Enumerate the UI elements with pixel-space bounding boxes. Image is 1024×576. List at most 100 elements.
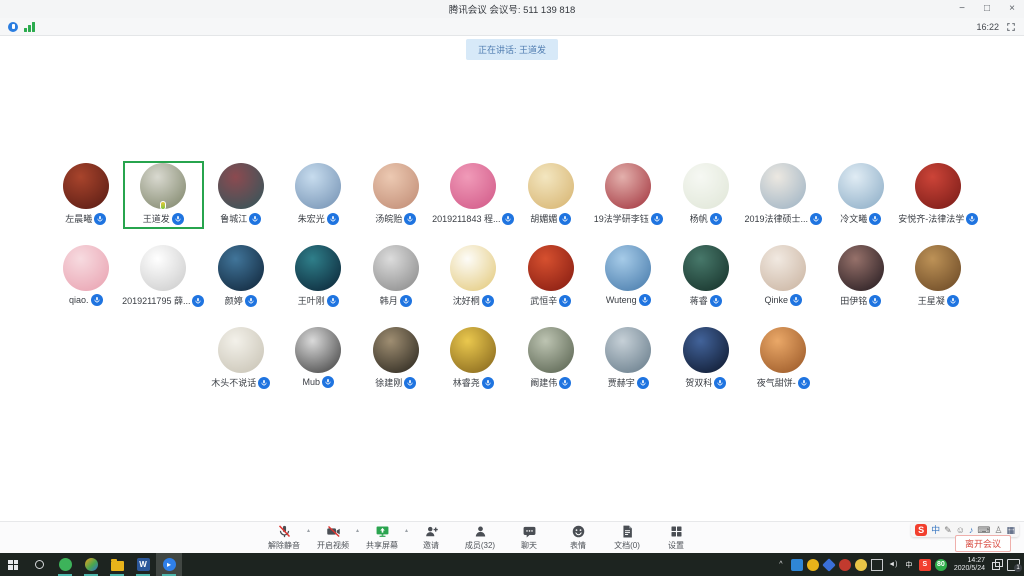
audio-badge-icon: [710, 213, 722, 225]
participant-tile[interactable]: 杨帆: [667, 163, 745, 227]
participant-tile[interactable]: 左晨曦: [47, 163, 125, 227]
participant-tile[interactable]: 徐建刚: [357, 327, 435, 391]
participant-nameline: 2019法律硕士...: [744, 212, 822, 225]
cortana-search-button[interactable]: [26, 553, 52, 576]
network-signal-icon[interactable]: [24, 22, 35, 32]
tray-gem-icon[interactable]: [822, 558, 836, 572]
audio-badge-icon: [172, 213, 184, 225]
taskbar-app-globe[interactable]: [78, 553, 104, 576]
windows-taskbar: W▸ ^ ◄) 中S 80 14:27 2020/5/24 1: [0, 553, 1024, 576]
toolbar-button-docs[interactable]: 文档(0): [611, 524, 643, 551]
participant-name: 杨帆: [690, 212, 708, 225]
dropdown-arrow[interactable]: ▴: [307, 527, 310, 534]
toolbar-button-camera-off[interactable]: ▴ 开启视频: [317, 524, 349, 551]
audio-badge-icon: [966, 213, 978, 225]
taskbar-app-green[interactable]: [52, 553, 78, 576]
participant-name: 2019法律硕士...: [744, 212, 808, 225]
participant-name: 沈好桐: [453, 294, 480, 307]
participant-nameline: 19法学研李钰: [594, 212, 663, 225]
participant-tile[interactable]: 田伊铭: [822, 245, 900, 309]
main-stage: 正在讲话: 王道发 左晨曦 王道发 鲁城江: [0, 37, 1024, 521]
sogou-emoji-icon[interactable]: ☺: [956, 524, 965, 536]
participant-nameline: 贺双科: [685, 376, 726, 389]
tray-red-app-icon[interactable]: [839, 559, 851, 571]
participant-tile[interactable]: Mub: [280, 327, 358, 391]
participant-tile[interactable]: 木头不说话: [202, 327, 280, 391]
participant-tile[interactable]: 武恒辛: [512, 245, 590, 309]
participant-tile[interactable]: 胡媚媚: [512, 163, 590, 227]
close-button[interactable]: ×: [1006, 0, 1018, 18]
sogou-person-icon[interactable]: ♙: [994, 524, 1002, 536]
taskbar-app-word[interactable]: W: [130, 553, 156, 576]
participant-tile[interactable]: 韩月: [357, 245, 435, 309]
participant-tile[interactable]: 林睿尧: [435, 327, 513, 391]
sogou-logo-icon[interactable]: S: [915, 524, 927, 536]
tray-sogou-icon[interactable]: S: [919, 559, 931, 571]
dropdown-arrow[interactable]: ▴: [356, 527, 359, 534]
minimize-button[interactable]: −: [956, 0, 968, 18]
participant-tile[interactable]: 2019211795 薛...: [125, 245, 203, 309]
participant-tile[interactable]: 夜气甜饼-: [745, 327, 823, 391]
meeting-security-icon[interactable]: [8, 22, 18, 32]
sogou-keyboard-icon[interactable]: ⌨: [977, 524, 990, 536]
toolbar-button-invite[interactable]: 邀请: [415, 524, 447, 551]
participant-nameline: Mub: [302, 376, 334, 388]
participant-tile[interactable]: qiao.: [47, 245, 125, 309]
dropdown-arrow[interactable]: ▴: [405, 527, 408, 534]
avatar: [605, 163, 651, 209]
tray-icons: ^ ◄) 中S 80: [775, 559, 947, 571]
participant-nameline: 沈好桐: [453, 294, 494, 307]
participant-tile[interactable]: 朱宏光: [280, 163, 358, 227]
participant-tile[interactable]: 鲁城江: [202, 163, 280, 227]
tray-yellow-app-icon[interactable]: [807, 559, 819, 571]
tray-pages-icon[interactable]: [992, 559, 1003, 570]
participant-tile[interactable]: 冷文曦: [822, 163, 900, 227]
taskbar-clock[interactable]: 14:27 2020/5/24: [951, 557, 988, 573]
leave-meeting-button[interactable]: 离开会议: [955, 535, 1011, 552]
tray-display-icon[interactable]: [871, 559, 883, 571]
audio-badge-icon: [651, 213, 663, 225]
action-center-icon[interactable]: 1: [1007, 559, 1020, 571]
participant-tile[interactable]: 2019211843 程...: [435, 163, 513, 227]
participant-tile[interactable]: 王道发: [125, 163, 203, 227]
tray-chevron-icon[interactable]: ^: [775, 559, 787, 571]
toolbar-button-chat[interactable]: 聊天: [513, 524, 545, 551]
tray-ime-icon[interactable]: 中: [903, 559, 915, 571]
tray-chat-icon[interactable]: [791, 559, 803, 571]
sogou-handwrite-icon[interactable]: ✎: [944, 524, 952, 536]
participant-tile[interactable]: 安悦齐-法律法学: [900, 163, 978, 227]
participant-tile[interactable]: 阚建伟: [512, 327, 590, 391]
participant-tile[interactable]: 贾赫宇: [590, 327, 668, 391]
participant-tile[interactable]: 2019法律硕士...: [745, 163, 823, 227]
participant-name: 王道发: [143, 212, 170, 225]
tray-battery-360-icon[interactable]: 80: [935, 559, 947, 571]
taskbar-app-explorer[interactable]: [104, 553, 130, 576]
toolbar-button-mic-muted[interactable]: ▴ 解除静音: [268, 524, 300, 551]
start-button[interactable]: [0, 553, 26, 576]
participant-tile[interactable]: 19法学研李钰: [590, 163, 668, 227]
toolbar-button-settings[interactable]: 设置: [660, 524, 692, 551]
participant-tile[interactable]: 颜婷: [202, 245, 280, 309]
tray-shield-icon[interactable]: [855, 559, 867, 571]
participant-tile[interactable]: 汤皖贻: [357, 163, 435, 227]
taskbar-app-meeting[interactable]: ▸: [156, 553, 182, 576]
avatar: [373, 327, 419, 373]
toolbar-button-members[interactable]: 成员(32): [464, 524, 496, 551]
participant-tile[interactable]: Wuteng: [590, 245, 668, 309]
sogou-skin-icon[interactable]: ▦: [1006, 524, 1015, 536]
sogou-ime-pinyin-icon[interactable]: 中: [931, 524, 940, 536]
participant-tile[interactable]: 王叶刚: [280, 245, 358, 309]
participant-nameline: 武恒辛: [530, 294, 571, 307]
sogou-voice-icon[interactable]: ♪: [969, 524, 974, 536]
toolbar-button-screen-share[interactable]: ▴ 共享屏幕: [366, 524, 398, 551]
tray-volume-icon[interactable]: ◄): [887, 559, 899, 571]
participant-tile[interactable]: Qinke: [745, 245, 823, 309]
maximize-button[interactable]: □: [981, 0, 993, 18]
participant-tile[interactable]: 蒋睿: [667, 245, 745, 309]
participant-tile[interactable]: 王星凝: [900, 245, 978, 309]
participant-name: 王星凝: [918, 294, 945, 307]
fullscreen-icon[interactable]: [1006, 22, 1016, 32]
participant-tile[interactable]: 沈好桐: [435, 245, 513, 309]
toolbar-button-emoji[interactable]: 表情: [562, 524, 594, 551]
participant-tile[interactable]: 贺双科: [667, 327, 745, 391]
